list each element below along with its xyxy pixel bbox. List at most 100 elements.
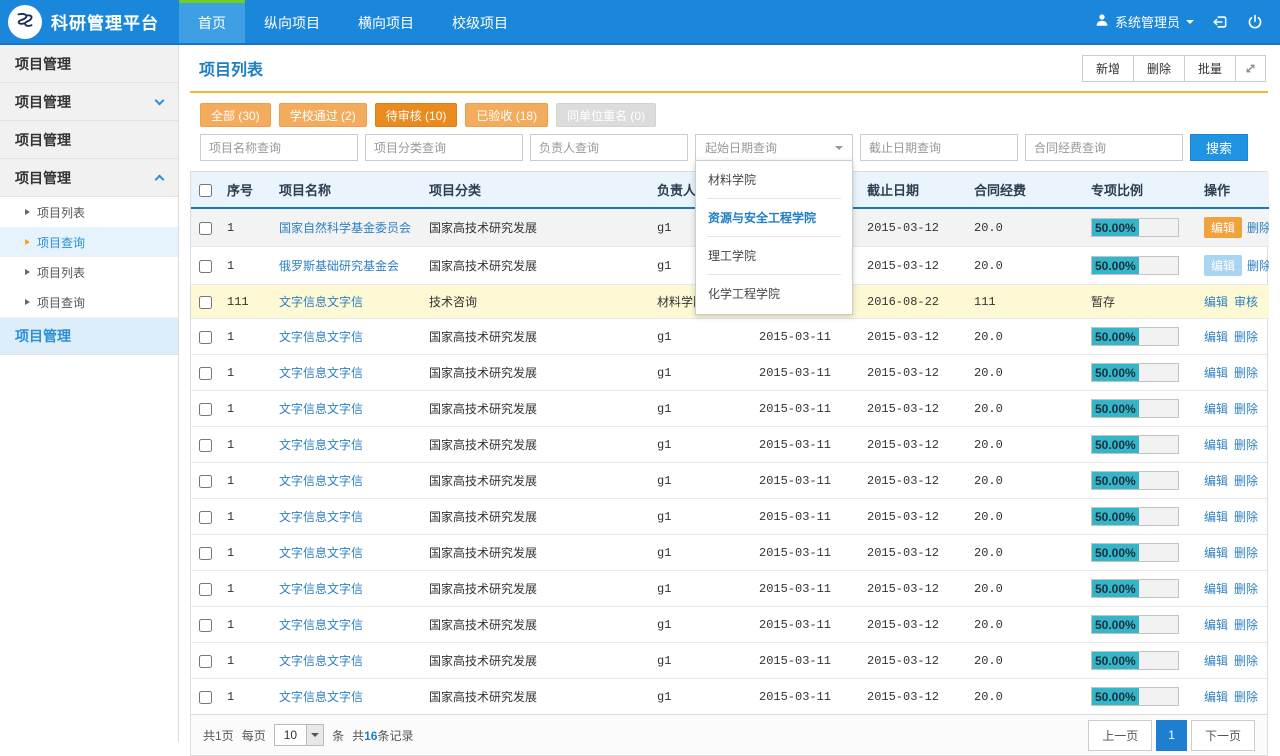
select-all-checkbox[interactable] xyxy=(199,184,212,197)
delete-action[interactable]: 删除 xyxy=(1234,582,1258,596)
logout-icon[interactable] xyxy=(1211,13,1229,31)
row-checkbox[interactable] xyxy=(199,296,212,309)
row-checkbox[interactable] xyxy=(199,475,212,488)
sidebar-group-0[interactable]: 项目管理 xyxy=(0,45,178,83)
delete-action[interactable]: 删除 xyxy=(1234,618,1258,632)
owner-input[interactable] xyxy=(530,134,688,161)
sidebar-group-1[interactable]: 项目管理 xyxy=(0,83,178,121)
row-checkbox[interactable] xyxy=(199,583,212,596)
start-date-select-box[interactable]: 起始日期查询 xyxy=(695,134,853,161)
delete-action[interactable]: 删除 xyxy=(1234,438,1258,452)
project-name-link[interactable]: 文字信息文字信 xyxy=(279,402,363,416)
edit-action[interactable]: 编辑 xyxy=(1204,295,1228,309)
row-checkbox[interactable] xyxy=(199,331,212,344)
sidebar-item-3-0[interactable]: 项目列表 xyxy=(0,197,178,227)
delete-action[interactable]: 删除 xyxy=(1234,366,1258,380)
project-name-link[interactable]: 文字信息文字信 xyxy=(279,546,363,560)
filter-tab-pending-review[interactable]: 待审核 (10) xyxy=(375,103,458,127)
project-name-link[interactable]: 国家自然科学基金委员会 xyxy=(279,221,411,235)
edit-action[interactable]: 编辑 xyxy=(1204,402,1228,416)
delete-action[interactable]: 删除 xyxy=(1234,330,1258,344)
per-page-select[interactable]: 10 xyxy=(274,724,324,746)
delete-action[interactable]: 删除 xyxy=(1234,690,1258,704)
power-icon[interactable] xyxy=(1246,13,1264,31)
nav-vertical-projects[interactable]: 纵向项目 xyxy=(245,0,339,43)
row-checkbox[interactable] xyxy=(199,222,212,235)
sidebar-group-4[interactable]: 项目管理 xyxy=(0,317,178,355)
dropdown-option-2[interactable]: 理工学院 xyxy=(707,237,841,275)
project-name-link[interactable]: 文字信息文字信 xyxy=(279,366,363,380)
delete-action[interactable]: 删除 xyxy=(1234,474,1258,488)
search-button[interactable]: 搜索 xyxy=(1190,134,1248,161)
row-checkbox[interactable] xyxy=(199,547,212,560)
dropdown-option-0[interactable]: 材料学院 xyxy=(707,161,841,199)
end-date-input[interactable] xyxy=(860,134,1018,161)
edit-action[interactable]: 编辑 xyxy=(1204,690,1228,704)
delete-action[interactable]: 删除 xyxy=(1234,402,1258,416)
next-page-button[interactable]: 下一页 xyxy=(1191,720,1255,751)
edit-action[interactable]: 编辑 xyxy=(1204,366,1228,380)
row-checkbox[interactable] xyxy=(199,403,212,416)
delete-action[interactable]: 删除 xyxy=(1234,546,1258,560)
dropdown-option-3[interactable]: 化学工程学院 xyxy=(707,275,841,312)
row-checkbox[interactable] xyxy=(199,511,212,524)
delete-action[interactable]: 删除 xyxy=(1247,221,1269,235)
project-name-link[interactable]: 文字信息文字信 xyxy=(279,474,363,488)
row-checkbox[interactable] xyxy=(199,439,212,452)
current-page-button[interactable]: 1 xyxy=(1156,720,1187,751)
edit-action[interactable]: 编辑 xyxy=(1204,654,1228,668)
filter-tab-school-passed[interactable]: 学校通过 (2) xyxy=(279,103,367,127)
delete-action[interactable]: 删除 xyxy=(1247,259,1269,273)
delete-action[interactable]: 删除 xyxy=(1234,510,1258,524)
row-checkbox[interactable] xyxy=(199,691,212,704)
cell-seq: 1 xyxy=(219,391,271,427)
sidebar-item-3-1[interactable]: 项目查询 xyxy=(0,227,178,257)
review-action[interactable]: 审核 xyxy=(1234,295,1258,309)
sidebar-group-3[interactable]: 项目管理 xyxy=(0,159,178,197)
project-name-link[interactable]: 文字信息文字信 xyxy=(279,582,363,596)
edit-action[interactable]: 编辑 xyxy=(1204,217,1242,238)
project-name-input[interactable] xyxy=(200,134,358,161)
nav-school-projects[interactable]: 校级项目 xyxy=(433,0,527,43)
filter-tab-all[interactable]: 全部 (30) xyxy=(200,103,271,127)
expand-icon[interactable] xyxy=(1235,55,1266,82)
per-page-dropdown-button[interactable] xyxy=(306,725,323,745)
nav-home[interactable]: 首页 xyxy=(179,0,245,43)
edit-action[interactable]: 编辑 xyxy=(1204,582,1228,596)
project-category-input[interactable] xyxy=(365,134,523,161)
project-name-link[interactable]: 文字信息文字信 xyxy=(279,654,363,668)
nav-horizontal-projects[interactable]: 横向项目 xyxy=(339,0,433,43)
edit-action[interactable]: 编辑 xyxy=(1204,510,1228,524)
fee-input[interactable] xyxy=(1025,134,1183,161)
delete-button[interactable]: 删除 xyxy=(1133,55,1185,82)
start-date-select[interactable]: 起始日期查询 材料学院资源与安全工程学院理工学院化学工程学院 xyxy=(695,134,853,161)
sidebar-group-2[interactable]: 项目管理 xyxy=(0,121,178,159)
edit-action[interactable]: 编辑 xyxy=(1204,438,1228,452)
delete-action[interactable]: 删除 xyxy=(1234,654,1258,668)
sidebar-item-3-2[interactable]: 项目列表 xyxy=(0,257,178,287)
filter-tab-same-unit-duplicate[interactable]: 同单位重名 (0) xyxy=(556,103,656,127)
project-name-link[interactable]: 文字信息文字信 xyxy=(279,438,363,452)
edit-action[interactable]: 编辑 xyxy=(1204,474,1228,488)
edit-action[interactable]: 编辑 xyxy=(1204,618,1228,632)
project-name-link[interactable]: 文字信息文字信 xyxy=(279,330,363,344)
row-checkbox[interactable] xyxy=(199,655,212,668)
prev-page-button[interactable]: 上一页 xyxy=(1088,720,1152,751)
row-checkbox[interactable] xyxy=(199,619,212,632)
user-menu[interactable]: 系统管理员 xyxy=(1095,12,1194,31)
row-checkbox[interactable] xyxy=(199,260,212,273)
project-name-link[interactable]: 文字信息文字信 xyxy=(279,295,363,309)
project-name-link[interactable]: 文字信息文字信 xyxy=(279,510,363,524)
project-name-link[interactable]: 俄罗斯基础研究基金会 xyxy=(279,259,399,273)
filter-tab-accepted[interactable]: 已验收 (18) xyxy=(465,103,548,127)
project-name-link[interactable]: 文字信息文字信 xyxy=(279,618,363,632)
project-name-link[interactable]: 文字信息文字信 xyxy=(279,690,363,704)
edit-action[interactable]: 编辑 xyxy=(1204,255,1242,276)
edit-action[interactable]: 编辑 xyxy=(1204,546,1228,560)
batch-button[interactable]: 批量 xyxy=(1184,55,1236,82)
add-button[interactable]: 新增 xyxy=(1082,55,1134,82)
sidebar-item-3-3[interactable]: 项目查询 xyxy=(0,287,178,317)
row-checkbox[interactable] xyxy=(199,367,212,380)
dropdown-option-1[interactable]: 资源与安全工程学院 xyxy=(707,199,841,237)
edit-action[interactable]: 编辑 xyxy=(1204,330,1228,344)
